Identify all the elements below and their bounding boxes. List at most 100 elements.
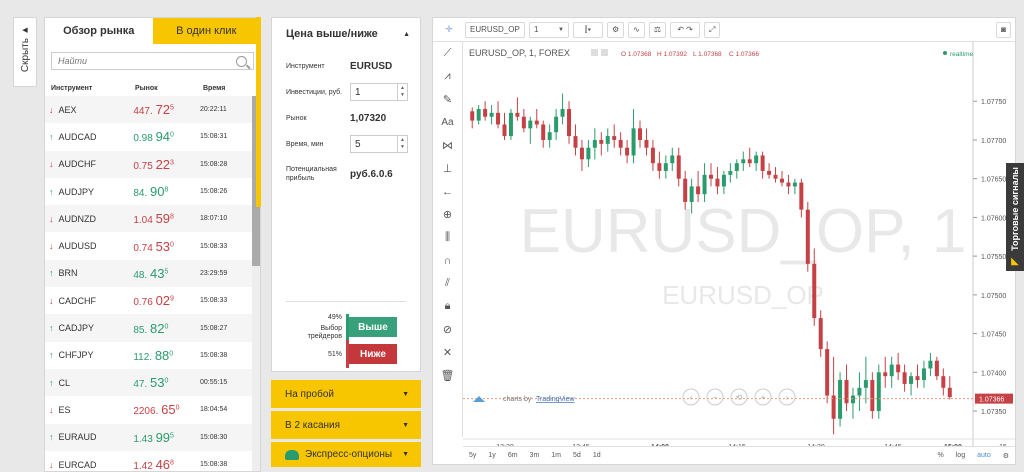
- undo-redo-icon[interactable]: ↶ ↷: [670, 21, 701, 38]
- percent-toggle[interactable]: %: [932, 452, 950, 459]
- candle-body: [567, 108, 572, 137]
- candle-body: [683, 178, 688, 202]
- range-1d[interactable]: 1d: [587, 452, 607, 459]
- symbol-input[interactable]: EURUSD_OP: [465, 21, 525, 38]
- nav-icon[interactable]: +: [761, 393, 766, 402]
- candle-body: [592, 139, 597, 148]
- time-field[interactable]: 5 ▲ ▼: [350, 135, 408, 153]
- brush-tool-icon[interactable]: ✎: [433, 88, 462, 111]
- market-row[interactable]: ↑ AUDCAD 0.98 940 15:08:31: [45, 123, 253, 150]
- nav-icon[interactable]: ‹: [690, 393, 693, 402]
- line-tool-icon[interactable]: ⟋: [433, 42, 462, 65]
- nav-icon[interactable]: ›: [786, 393, 789, 402]
- market-row[interactable]: ↑ CL 47. 530 00:55:15: [45, 368, 253, 397]
- trading-signals-tab[interactable]: Торговые сигналы ◣: [1006, 163, 1024, 271]
- stepper-icon[interactable]: ▲ ▼: [397, 84, 407, 100]
- section-express[interactable]: Экспресс-опционы ▼: [271, 442, 421, 467]
- nav-icon[interactable]: −: [713, 393, 718, 402]
- market-row[interactable]: ↓ AEX 447. 725 20:22:11: [45, 96, 253, 124]
- market-row[interactable]: ↓ CADCHF 0.76 029 15:08:33: [45, 287, 253, 314]
- up-button[interactable]: Выше: [349, 317, 397, 337]
- invest-field[interactable]: 1 ▲ ▼: [350, 83, 408, 101]
- market-row[interactable]: ↑ BRN 48. 435 23:29:59: [45, 259, 253, 288]
- tab-market-overview[interactable]: Обзор рынка: [45, 18, 153, 44]
- stepper-icon[interactable]: ▲ ▼: [397, 136, 407, 152]
- market-row[interactable]: ↓ AUDCHF 0.75 223 15:08:28: [45, 150, 253, 178]
- remove-tools-icon[interactable]: ✕: [433, 341, 462, 364]
- instrument-name: CADCHF: [58, 295, 97, 306]
- range-1m[interactable]: 1m: [545, 452, 567, 459]
- nav-icon[interactable]: ⟲: [736, 393, 743, 402]
- market-row[interactable]: ↓ EURCAD 1.42 468 15:08:38: [45, 451, 253, 471]
- profit-value: руб.6.0.6: [350, 168, 393, 180]
- range-5d[interactable]: 5d: [567, 452, 587, 459]
- hide-drawings-icon[interactable]: ⊘: [433, 318, 462, 341]
- auto-toggle[interactable]: auto: [971, 452, 997, 459]
- candle-body: [496, 112, 501, 125]
- market-row[interactable]: ↓ ES 2206. 650 18:04:54: [45, 396, 253, 423]
- time-value[interactable]: 5: [355, 139, 361, 150]
- price-main: 0.75: [133, 160, 153, 172]
- section-breakout[interactable]: На пробой ▼: [271, 380, 421, 408]
- range-1y[interactable]: 1y: [482, 452, 501, 459]
- market-row[interactable]: ↑ EURAUD 1.43 995 15:08:30: [45, 423, 253, 451]
- fib-tool-icon[interactable]: ⩘: [433, 65, 462, 88]
- gear-icon[interactable]: ⚙: [997, 452, 1015, 460]
- snapshot-icon[interactable]: ◙: [996, 21, 1011, 38]
- market-row[interactable]: ↑ CHFJPY 112. 880 15:08:38: [45, 342, 253, 369]
- lock-icon[interactable]: 🔒︎: [433, 295, 462, 318]
- invest-value[interactable]: 1: [355, 87, 361, 98]
- arrow-down-icon: ↓: [49, 404, 54, 415]
- price-main: 1.04: [133, 215, 153, 227]
- market-time: 15:08:33: [199, 242, 228, 250]
- candles-icon[interactable]: ⫿▾: [573, 21, 603, 38]
- instrument-name: AEX: [58, 104, 77, 115]
- header-box-1[interactable]: [591, 49, 598, 56]
- measure-tool-icon[interactable]: ⊥: [433, 157, 462, 180]
- search-input[interactable]: [58, 56, 208, 66]
- candle-body: [896, 364, 901, 373]
- instrument-name: AUDCHF: [58, 159, 97, 170]
- collapse-icon[interactable]: ▲: [403, 31, 410, 38]
- indicators-icon[interactable]: ∿: [628, 21, 645, 38]
- market-row[interactable]: ↓ AUDNZD 1.04 598 18:07:10: [45, 205, 253, 233]
- hide-panel-tab[interactable]: ◀ Скрыть: [13, 17, 37, 87]
- text-tool-icon[interactable]: Aa: [433, 111, 462, 134]
- settings-icon[interactable]: ⚙: [607, 21, 625, 38]
- magnet-icon[interactable]: ∩: [433, 249, 462, 272]
- market-row[interactable]: ↑ AUDJPY 84. 908 15:08:26: [45, 178, 253, 205]
- stay-drawing-icon[interactable]: ⫽: [433, 272, 462, 295]
- header-box-2[interactable]: [601, 49, 608, 56]
- down-button[interactable]: Ниже: [349, 344, 397, 364]
- range-6m[interactable]: 6m: [502, 452, 524, 459]
- range-3m[interactable]: 3m: [524, 452, 546, 459]
- col-market: Рынок: [135, 85, 158, 92]
- credit-link[interactable]: TradingView: [536, 396, 575, 403]
- section-two-touch[interactable]: В 2 касания ▼: [271, 411, 421, 439]
- arrow-left-icon[interactable]: ←: [433, 180, 462, 203]
- market-row[interactable]: ↑ CADJPY 85. 820 15:08:27: [45, 314, 253, 342]
- price-frac: 0: [164, 323, 169, 331]
- search-box[interactable]: [51, 52, 254, 70]
- compare-icon[interactable]: ⚖: [648, 21, 667, 38]
- bars-tool-icon[interactable]: ⫼: [433, 226, 462, 249]
- tab-one-click[interactable]: В один клик: [152, 18, 260, 44]
- price-chart[interactable]: 1.07750 1.07700 1.07650 1.07600 1.07550 1.075…: [463, 42, 1015, 446]
- price-frac: 5: [170, 432, 174, 440]
- market-row[interactable]: ↓ AUDUSD 0.74 530 15:08:33: [45, 232, 253, 259]
- search-icon[interactable]: [236, 55, 247, 67]
- log-toggle[interactable]: log: [950, 452, 971, 459]
- price-main: 47.: [133, 379, 148, 391]
- trash-icon[interactable]: 🗑︎: [433, 364, 462, 387]
- drawing-tools: ⟋ ⩘ ✎ Aa ⋈ ⊥ ← ⊕ ⫼ ∩ ⫽ 🔒︎ ⊘ ✕ 🗑︎: [433, 42, 463, 437]
- instrument-name: EURCAD: [58, 459, 97, 470]
- zoom-icon[interactable]: ⊕: [433, 203, 462, 226]
- fullscreen-icon[interactable]: ⤢: [704, 21, 721, 38]
- candle-body: [515, 112, 520, 117]
- interval-select[interactable]: 1 ▼: [529, 21, 569, 38]
- market-time: 15:08:27: [199, 324, 228, 332]
- candle-body: [773, 174, 778, 179]
- pattern-tool-icon[interactable]: ⋈: [433, 134, 462, 157]
- crosshair-icon[interactable]: ✛: [437, 22, 461, 38]
- range-5y[interactable]: 5y: [463, 452, 482, 459]
